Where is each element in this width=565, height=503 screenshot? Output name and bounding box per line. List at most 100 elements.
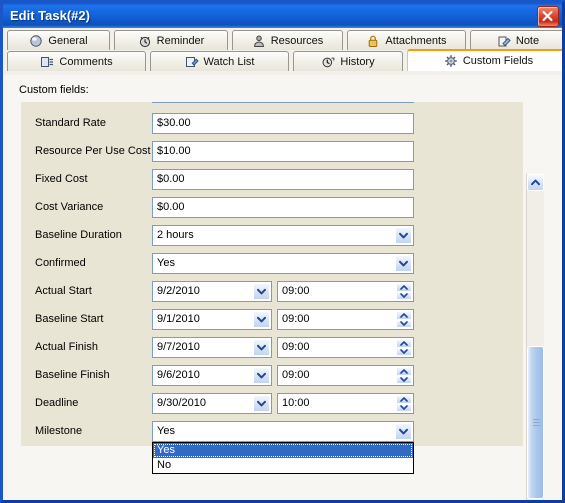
date-baseline-start[interactable]: 9/1/2010 bbox=[152, 309, 272, 330]
title-bar: Edit Task(#2) bbox=[3, 3, 562, 28]
field-label-cost-variance: Cost Variance bbox=[35, 201, 104, 213]
chevron-down-icon bbox=[257, 344, 266, 351]
spinner-up-actual-finish[interactable] bbox=[396, 339, 412, 348]
custom-fields-caption: Custom fields: bbox=[19, 84, 89, 96]
tab-label: Resources bbox=[270, 34, 324, 47]
tab-label: General bbox=[48, 34, 88, 47]
tab-history[interactable]: History bbox=[293, 51, 403, 71]
vertical-scrollbar[interactable] bbox=[526, 174, 544, 500]
time-deadline[interactable]: 10:00 bbox=[277, 393, 414, 414]
time-actual-finish[interactable]: 09:00 bbox=[277, 337, 414, 358]
date-actual-start[interactable]: 9/2/2010 bbox=[152, 281, 272, 302]
milestone-dropdown-list[interactable]: Yes No bbox=[152, 442, 414, 474]
tab-attachments[interactable]: Attachments bbox=[347, 30, 466, 50]
date-arrow-baseline-start[interactable] bbox=[253, 311, 270, 328]
scrollbar-thumb[interactable] bbox=[527, 346, 544, 499]
chevron-down-icon bbox=[257, 288, 266, 295]
tab-label: Watch List bbox=[203, 55, 255, 68]
field-label-baseline-start: Baseline Start bbox=[35, 313, 104, 325]
time-baseline-start[interactable]: 09:00 bbox=[277, 309, 414, 330]
tab-label: Comments bbox=[59, 55, 113, 68]
combo-arrow-milestone[interactable] bbox=[395, 423, 412, 440]
field-row: Standard Rate $30.00 bbox=[21, 113, 523, 135]
chevron-down-icon bbox=[400, 321, 408, 327]
sphere-icon bbox=[30, 34, 43, 47]
field-row: Actual Start 9/2/2010 09:00 bbox=[21, 281, 523, 303]
combo-arrow-baseline-duration[interactable] bbox=[395, 227, 412, 244]
field-row: Confirmed Yes bbox=[21, 253, 523, 275]
input-fixed-cost[interactable]: $0.00 bbox=[152, 169, 414, 190]
dropdown-option-yes[interactable]: Yes bbox=[153, 443, 413, 458]
date-arrow-baseline-finish[interactable] bbox=[253, 367, 270, 384]
tab-comments[interactable]: Comments bbox=[7, 51, 146, 71]
spinner-up-actual-start[interactable] bbox=[396, 283, 412, 292]
tab-resources[interactable]: Resources bbox=[232, 30, 343, 50]
time-spinner-deadline[interactable] bbox=[396, 395, 412, 412]
tab-row-2: Comments Watch List History Custom Fields bbox=[3, 49, 562, 72]
history-clock-icon bbox=[322, 57, 335, 67]
time-baseline-finish[interactable]: 09:00 bbox=[277, 365, 414, 386]
chevron-up-icon bbox=[400, 368, 408, 374]
time-spinner-baseline-finish[interactable] bbox=[396, 367, 412, 384]
date-actual-finish[interactable]: 9/7/2010 bbox=[152, 337, 272, 358]
edit-task-dialog: Edit Task(#2) General Reminder Resources At… bbox=[0, 0, 565, 503]
field-row: Cost Variance $0.00 bbox=[21, 197, 523, 219]
padlock-icon bbox=[366, 34, 380, 48]
spinner-down-actual-finish[interactable] bbox=[396, 347, 412, 356]
spinner-up-baseline-start[interactable] bbox=[396, 311, 412, 320]
custom-fields-panel: Standard Rate $30.00 Resource Per Use Cost… bbox=[21, 102, 523, 446]
spinner-up-baseline-finish[interactable] bbox=[396, 367, 412, 376]
chevron-down-icon bbox=[400, 377, 408, 383]
watch-list-icon bbox=[185, 56, 199, 67]
date-arrow-actual-finish[interactable] bbox=[253, 339, 270, 356]
grip-icon bbox=[533, 419, 540, 426]
spinner-down-baseline-start[interactable] bbox=[396, 319, 412, 328]
tab-watch-list[interactable]: Watch List bbox=[150, 51, 289, 71]
date-deadline[interactable]: 9/30/2010 bbox=[152, 393, 272, 414]
tab-label: Custom Fields bbox=[462, 55, 534, 67]
field-row: Deadline 9/30/2010 10:00 bbox=[21, 393, 523, 415]
spinner-down-baseline-finish[interactable] bbox=[396, 375, 412, 384]
field-row: Resource Per Use Cost $10.00 bbox=[21, 141, 523, 163]
gear-icon bbox=[444, 54, 458, 68]
spinner-down-actual-start[interactable] bbox=[396, 291, 412, 300]
chevron-up-icon bbox=[400, 284, 408, 290]
spinner-up-deadline[interactable] bbox=[396, 395, 412, 404]
comments-icon bbox=[41, 56, 54, 67]
date-arrow-actual-start[interactable] bbox=[253, 283, 270, 300]
combo-milestone[interactable]: Yes bbox=[152, 421, 414, 442]
tab-note[interactable]: Note bbox=[470, 30, 562, 50]
combo-baseline-duration[interactable]: 2 hours bbox=[152, 225, 414, 246]
fields-scroll-area[interactable]: Standard Rate $30.00 Resource Per Use Cost… bbox=[21, 102, 523, 446]
tab-general[interactable]: General bbox=[7, 30, 110, 50]
tab-label: Note bbox=[515, 34, 540, 47]
chevron-down-icon bbox=[400, 405, 408, 411]
combo-arrow-confirmed[interactable] bbox=[395, 255, 412, 272]
gear-icon bbox=[445, 55, 457, 67]
input-cost-variance[interactable]: $0.00 bbox=[152, 197, 414, 218]
field-row: Baseline Start 9/1/2010 09:00 bbox=[21, 309, 523, 331]
pencil-note-icon bbox=[497, 34, 511, 48]
spinner-down-deadline[interactable] bbox=[396, 403, 412, 412]
tab-label: Attachments bbox=[385, 34, 447, 47]
date-baseline-finish[interactable]: 9/6/2010 bbox=[152, 365, 272, 386]
time-spinner-actual-start[interactable] bbox=[396, 283, 412, 300]
time-spinner-baseline-start[interactable] bbox=[396, 311, 412, 328]
close-x-icon bbox=[542, 10, 553, 22]
tab-reminder[interactable]: Reminder bbox=[114, 30, 228, 50]
combo-confirmed[interactable]: Yes bbox=[152, 253, 414, 274]
tab-custom-fields[interactable]: Custom Fields bbox=[407, 49, 562, 71]
tab-row-1: General Reminder Resources Attachments Note bbox=[3, 30, 562, 51]
field-label-actual-start: Actual Start bbox=[35, 285, 92, 297]
close-button[interactable] bbox=[537, 6, 559, 27]
input-standard-rate[interactable]: $30.00 bbox=[152, 113, 414, 134]
alarm-clock-icon bbox=[138, 34, 152, 48]
field-row: Milestone Yes bbox=[21, 421, 523, 443]
scroll-up-button[interactable] bbox=[527, 174, 544, 191]
date-arrow-deadline[interactable] bbox=[253, 395, 270, 412]
input-resource-per-use-cost[interactable]: $10.00 bbox=[152, 141, 414, 162]
time-spinner-actual-finish[interactable] bbox=[396, 339, 412, 356]
dropdown-option-no[interactable]: No bbox=[153, 458, 413, 473]
chevron-down-icon bbox=[400, 349, 408, 355]
time-actual-start[interactable]: 09:00 bbox=[277, 281, 414, 302]
